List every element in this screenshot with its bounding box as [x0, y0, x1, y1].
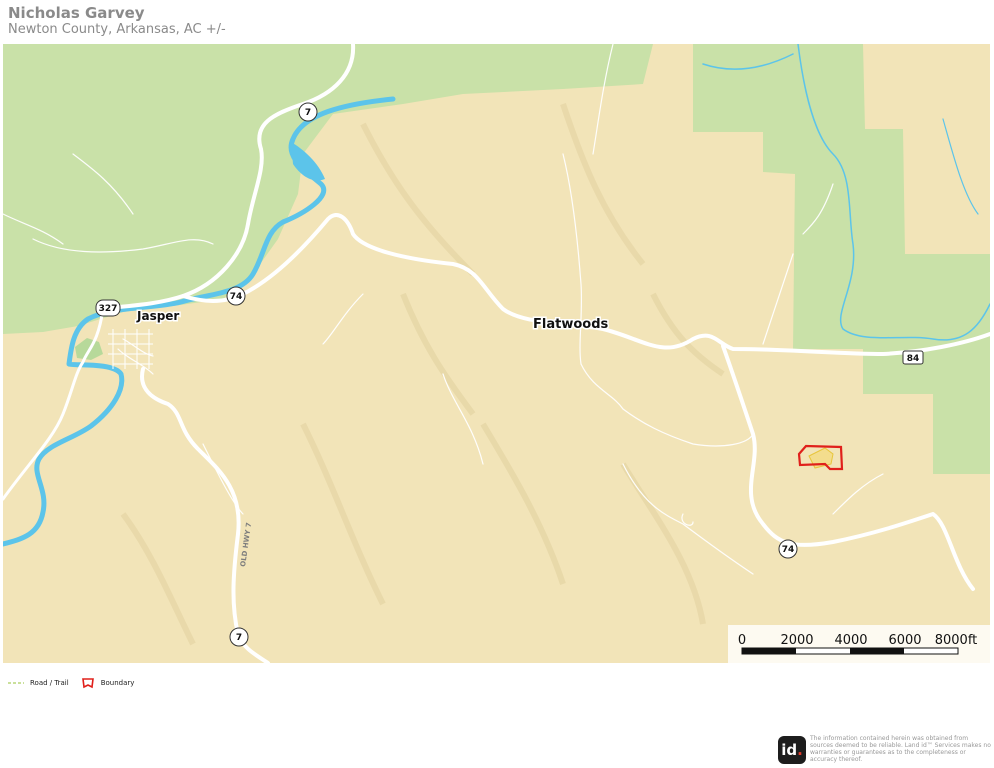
place-label-jasper: Jasper — [136, 309, 179, 323]
scale-label-6000: 6000 — [888, 633, 921, 648]
highway-7-south-shield: 7 — [229, 627, 249, 647]
legend-label-road-trail: Road / Trail — [30, 679, 69, 687]
map-canvas[interactable]: OLD HWY 7 Jasper Flatwoods 7 327 74 84 7… — [3, 44, 990, 663]
scale-bar: 0 2000 4000 6000 8000ft — [728, 625, 990, 663]
place-label-flatwoods: Flatwoods — [533, 317, 609, 332]
highway-74-west-shield: 74 — [226, 286, 246, 306]
road-trail-swatch-icon — [8, 682, 24, 684]
land-id-logo: id. — [778, 736, 806, 764]
scale-label-4000: 4000 — [834, 633, 867, 648]
map-subtitle: Newton County, Arkansas, AC +/- — [8, 22, 226, 37]
legend-item-road-trail: Road / Trail — [8, 679, 69, 687]
scale-label-0: 0 — [738, 633, 746, 648]
svg-text:74: 74 — [230, 292, 243, 302]
highway-327-shield: 327 — [95, 299, 121, 317]
disclaimer-text: The information contained herein was obt… — [810, 735, 991, 763]
boundary-swatch-icon — [81, 678, 94, 689]
footer: id. The information contained herein was… — [778, 735, 992, 767]
svg-text:74: 74 — [782, 545, 795, 555]
svg-text:84: 84 — [907, 354, 920, 364]
scale-label-2000: 2000 — [780, 633, 813, 648]
legend-label-boundary: Boundary — [100, 679, 135, 687]
highway-74-east-shield: 74 — [778, 539, 798, 559]
scale-label-8000ft: 8000ft — [935, 633, 978, 648]
map-title: Nicholas Garvey — [8, 4, 145, 22]
svg-text:327: 327 — [99, 304, 118, 314]
map-legend: Road / Trail Boundary — [8, 676, 146, 690]
svg-text:7: 7 — [305, 108, 311, 118]
highway-7-north-shield: 7 — [298, 102, 318, 122]
svg-text:7: 7 — [236, 633, 242, 643]
highway-84-shield: 84 — [902, 350, 924, 365]
legend-item-boundary: Boundary — [81, 677, 135, 689]
